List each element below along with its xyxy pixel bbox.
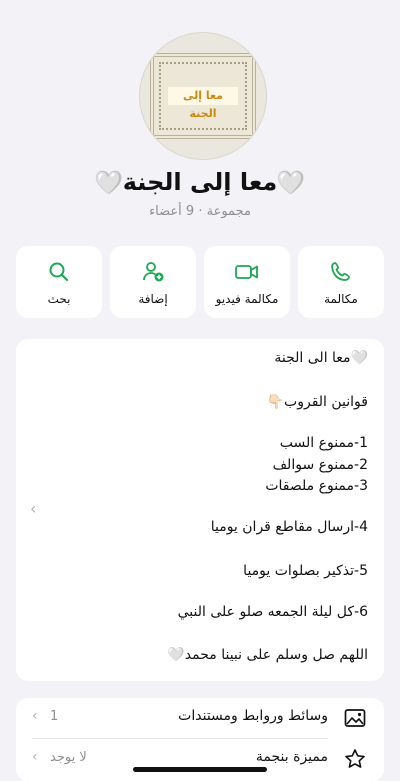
description-line: اللهم صل وسلم على نبينا محمد🤍 bbox=[167, 647, 368, 663]
search-label: بحث bbox=[47, 292, 71, 306]
phone-icon bbox=[298, 260, 384, 284]
chevron-left-icon: ‹ bbox=[32, 708, 38, 724]
call-button[interactable]: مكالمة bbox=[298, 246, 384, 318]
media-links-docs-row[interactable]: وسائط وروابط ومستندات 1 ‹ bbox=[16, 698, 384, 739]
add-label: إضافة bbox=[138, 292, 168, 306]
description-line: 4-ارسال مقاطع قران يوميا bbox=[210, 519, 368, 535]
call-label: مكالمة bbox=[324, 292, 358, 306]
avatar-text: معا إلى الجنة bbox=[168, 87, 238, 120]
group-name-text: معا إلى الجنة bbox=[122, 168, 278, 196]
group-name: 🤍معا إلى الجنة🤍 bbox=[0, 168, 400, 196]
group-avatar[interactable]: معا إلى الجنة bbox=[139, 32, 267, 160]
home-indicator bbox=[133, 767, 267, 772]
action-buttons: بحث إضافة مكالمة فيديو مكالمة bbox=[16, 246, 384, 318]
media-label: وسائط وروابط ومستندات bbox=[178, 708, 328, 724]
search-icon bbox=[16, 260, 102, 284]
group-description[interactable]: 🤍معا الى الجنة قوانين القروب👇🏻 1-ممنوع ا… bbox=[16, 339, 384, 681]
starred-messages-row[interactable]: مميزة بنجمة لا يوجد ‹ bbox=[16, 739, 384, 779]
description-line: 6-كل ليلة الجمعه صلو على النبي bbox=[177, 604, 368, 620]
description-line: 3-ممنوع ملصقات bbox=[265, 478, 368, 494]
add-button[interactable]: إضافة bbox=[110, 246, 196, 318]
description-line: 🤍معا الى الجنة bbox=[274, 350, 368, 366]
photo-icon bbox=[344, 707, 366, 729]
avatar-frame-image: معا إلى الجنة bbox=[150, 53, 256, 139]
chevron-left-icon[interactable]: ‹ bbox=[30, 499, 36, 518]
heart-icon: 🤍 bbox=[95, 171, 123, 196]
video-icon bbox=[204, 260, 290, 284]
heart-icon: 🤍 bbox=[277, 171, 305, 196]
media-count: 1 bbox=[50, 709, 59, 724]
video-call-label: مكالمة فيديو bbox=[215, 292, 279, 306]
video-call-button[interactable]: مكالمة فيديو bbox=[204, 246, 290, 318]
chevron-left-icon: ‹ bbox=[32, 749, 38, 765]
starred-label: مميزة بنجمة bbox=[255, 749, 328, 765]
group-subtitle: مجموعة · 9 أعضاء bbox=[149, 204, 251, 219]
add-person-icon bbox=[110, 260, 196, 284]
description-line: 1-ممنوع السب bbox=[279, 435, 368, 451]
search-button[interactable]: بحث bbox=[16, 246, 102, 318]
description-line: قوانين القروب👇🏻 bbox=[266, 394, 368, 410]
description-line: 2-ممنوع سوالف bbox=[272, 457, 368, 473]
starred-value: لا يوجد bbox=[50, 750, 87, 765]
star-icon bbox=[344, 748, 366, 770]
description-line: 5-تذكير بصلوات يوميا bbox=[243, 563, 368, 579]
